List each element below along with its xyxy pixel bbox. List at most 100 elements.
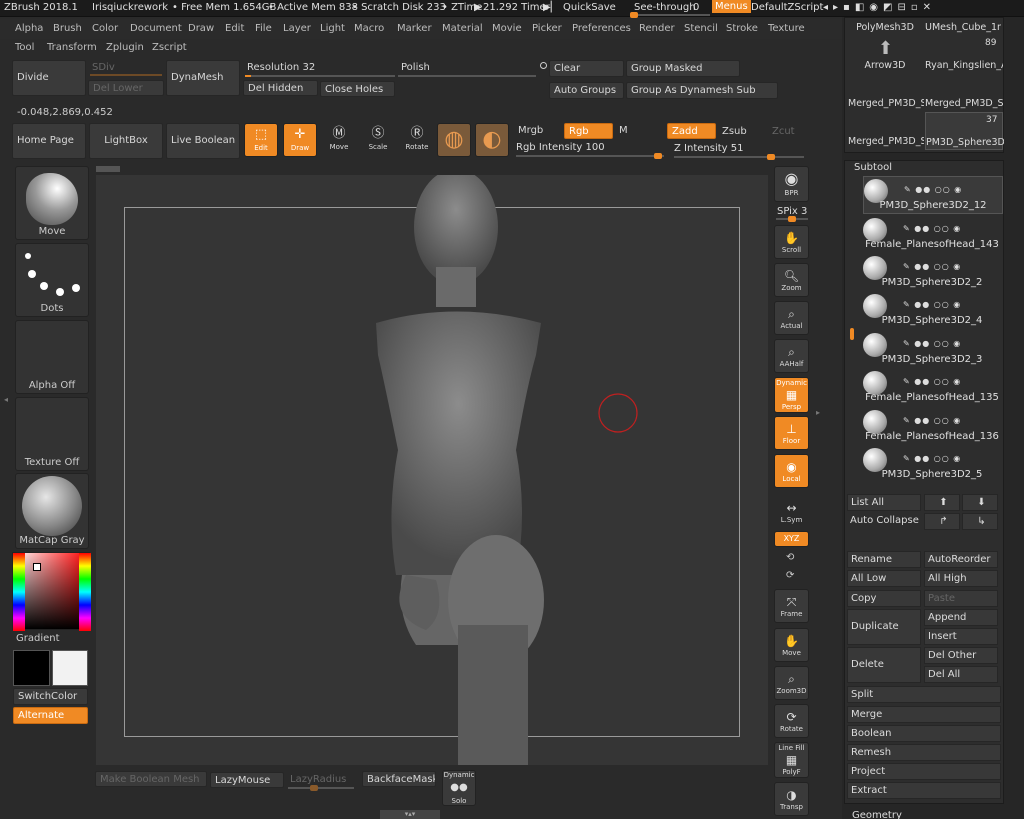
del-all-button[interactable]: Del All xyxy=(924,666,998,683)
lightbox-button[interactable]: LightBox xyxy=(89,123,163,159)
lazyradius-label[interactable]: LazyRadius xyxy=(286,772,356,788)
z-intensity-slider[interactable] xyxy=(674,154,804,160)
material-picker[interactable]: MatCap Gray xyxy=(15,473,89,549)
scale-mode-button[interactable]: Ⓢ Scale xyxy=(361,123,395,157)
rotate-view-button[interactable]: ⟳ Rotate xyxy=(774,704,809,738)
bottom-collapse-icon[interactable]: ▾▴▾ xyxy=(380,810,440,819)
make-boolean-mesh-button[interactable]: Make Boolean Mesh xyxy=(95,771,207,787)
tool-thumb-arrow3d[interactable]: ⬆ Arrow3D xyxy=(848,38,922,74)
boolean-menu[interactable]: Boolean xyxy=(847,725,1001,742)
rotate-y-icon[interactable]: ⟲ xyxy=(786,552,794,563)
menu-material[interactable]: Material xyxy=(442,23,483,34)
polish-toggle-icon[interactable] xyxy=(540,62,547,69)
zoom-button[interactable]: 🔍︎ Zoom xyxy=(774,263,809,297)
group-masked-button[interactable]: Group Masked xyxy=(626,60,740,77)
rgb-intensity-slider[interactable] xyxy=(516,153,664,159)
subtool-visibility-icon[interactable]: ✎ ●● ○○ ◉ xyxy=(903,377,961,386)
group-as-dynamesh-button[interactable]: Group As Dynamesh Sub xyxy=(626,82,778,99)
remesh-menu[interactable]: Remesh xyxy=(847,744,1001,761)
floor-button[interactable]: ⊥ Floor xyxy=(774,416,809,450)
menu-macro[interactable]: Macro xyxy=(354,23,384,34)
duplicate-button[interactable]: Duplicate xyxy=(847,609,921,645)
actual-button[interactable]: ⌕ Actual xyxy=(774,301,809,335)
subtool-item[interactable]: ✎ ●● ○○ ◉ PM3D_Sphere3D2_12 xyxy=(863,176,1003,214)
lazyradius-slider[interactable] xyxy=(288,785,354,791)
scroll-button[interactable]: ✋ Scroll xyxy=(774,225,809,259)
menu-stencil[interactable]: Stencil xyxy=(684,23,718,34)
menu-edit[interactable]: Edit xyxy=(225,23,244,34)
tool-thumb-merged-1[interactable]: Merged_PM3D_S xyxy=(848,76,924,112)
color-cursor[interactable] xyxy=(33,563,41,571)
brush-picker[interactable]: Move xyxy=(15,166,89,240)
bpr-button[interactable]: ◉ BPR xyxy=(774,166,809,202)
subtool-visibility-icon[interactable]: ✎ ●● ○○ ◉ xyxy=(904,185,962,194)
menu-draw[interactable]: Draw xyxy=(188,23,214,34)
move-mode-button[interactable]: Ⓜ Move xyxy=(322,123,356,157)
append-button[interactable]: Append xyxy=(924,609,998,626)
subtool-visibility-icon[interactable]: ✎ ●● ○○ ◉ xyxy=(903,262,961,271)
geometry-menu[interactable]: Geometry xyxy=(852,810,902,819)
subtool-visibility-icon[interactable]: ✎ ●● ○○ ◉ xyxy=(903,224,961,233)
paste-button[interactable]: Paste xyxy=(924,590,998,607)
transp-button[interactable]: ◑ Transp xyxy=(774,782,809,816)
menu-zplugin[interactable]: Zplugin xyxy=(106,42,144,53)
subtool-item[interactable]: ✎ ●● ○○ ◉ Female_PlanesofHead_135 xyxy=(863,369,1003,407)
delete-button[interactable]: Delete xyxy=(847,647,921,683)
menu-picker[interactable]: Picker xyxy=(532,23,562,34)
mrgb-button[interactable]: Mrgb xyxy=(514,123,562,139)
move-up-end-button[interactable]: ↱ xyxy=(924,513,960,530)
tool-thumb-sphere3d[interactable]: 37 PM3D_Sphere3D xyxy=(925,112,1004,150)
close-holes-button[interactable]: Close Holes xyxy=(320,81,395,97)
subtool-scrollbar[interactable] xyxy=(850,328,854,340)
auto-collapse-button[interactable]: Auto Collapse xyxy=(847,513,921,528)
subtool-item[interactable]: ✎ ●● ○○ ◉ PM3D_Sphere3D2_5 xyxy=(863,446,1003,484)
move-view-button[interactable]: ✋ Move xyxy=(774,628,809,662)
resolution-slider[interactable] xyxy=(245,75,395,77)
alternate-button[interactable]: Alternate xyxy=(13,707,88,724)
menu-zscript[interactable]: Zscript xyxy=(152,42,187,53)
subtool-visibility-icon[interactable]: ✎ ●● ○○ ◉ xyxy=(903,300,961,309)
z-intensity-label[interactable]: Z Intensity 51 xyxy=(674,143,743,154)
local-button[interactable]: ◉ Local xyxy=(774,454,809,488)
menu-tool[interactable]: Tool xyxy=(15,42,34,53)
stroke-picker[interactable]: Dots xyxy=(15,243,89,317)
rotate-mode-button[interactable]: Ⓡ Rotate xyxy=(400,123,434,157)
gradient-label[interactable]: Gradient xyxy=(16,633,60,644)
draw-mode-button[interactable]: ✛ Draw xyxy=(283,123,317,157)
menu-color[interactable]: Color xyxy=(92,23,118,34)
texture-sphere-button[interactable]: ◐ xyxy=(475,123,509,157)
menu-brush[interactable]: Brush xyxy=(53,23,82,34)
menu-light[interactable]: Light xyxy=(320,23,345,34)
subtool-visibility-icon[interactable]: ✎ ●● ○○ ◉ xyxy=(903,339,961,348)
main-color-swatch[interactable] xyxy=(13,650,50,686)
window-controls-icon[interactable]: ◂▸▪◧◉◩⊟▫✕ xyxy=(823,2,936,13)
spix-slider[interactable] xyxy=(776,216,808,222)
script-name[interactable]: DefaultZScript xyxy=(751,2,823,13)
del-lower-button[interactable]: Del Lower xyxy=(88,80,164,96)
xyz-button[interactable]: XYZ xyxy=(774,531,809,547)
insert-button[interactable]: Insert xyxy=(924,628,998,645)
right-collapse-icon[interactable]: ▸ xyxy=(816,408,820,417)
merge-menu[interactable]: Merge xyxy=(847,706,1001,723)
secondary-color-swatch[interactable] xyxy=(52,650,88,686)
canvas-tab[interactable] xyxy=(96,166,120,172)
live-boolean-button[interactable]: Live Boolean xyxy=(166,123,240,159)
persp-button[interactable]: Dynamic ▦ Persp xyxy=(774,377,809,413)
dynamic-solo-button[interactable]: Dynamic ●● Solo xyxy=(442,770,476,806)
zadd-button[interactable]: Zadd xyxy=(667,123,716,139)
del-hidden-button[interactable]: Del Hidden xyxy=(243,80,318,96)
frame-button[interactable]: ⤧ Frame xyxy=(774,589,809,623)
subtool-item[interactable]: ✎ ●● ○○ ◉ PM3D_Sphere3D2_3 xyxy=(863,331,1003,369)
menu-file[interactable]: File xyxy=(255,23,272,34)
menu-layer[interactable]: Layer xyxy=(283,23,311,34)
clear-button[interactable]: Clear xyxy=(549,60,624,77)
auto-groups-button[interactable]: Auto Groups xyxy=(549,82,624,99)
move-down-end-button[interactable]: ↳ xyxy=(962,513,998,530)
tool-thumb-merged-3[interactable]: Merged_PM3D_S xyxy=(848,114,924,150)
home-page-button[interactable]: Home Page xyxy=(12,123,86,159)
material-sphere-button[interactable]: ◍ xyxy=(437,123,471,157)
copy-button[interactable]: Copy xyxy=(847,590,921,607)
move-down-button[interactable]: ⬇ xyxy=(962,494,998,511)
autoreorder-button[interactable]: AutoReorder xyxy=(924,551,998,568)
menu-texture[interactable]: Texture xyxy=(768,23,805,34)
